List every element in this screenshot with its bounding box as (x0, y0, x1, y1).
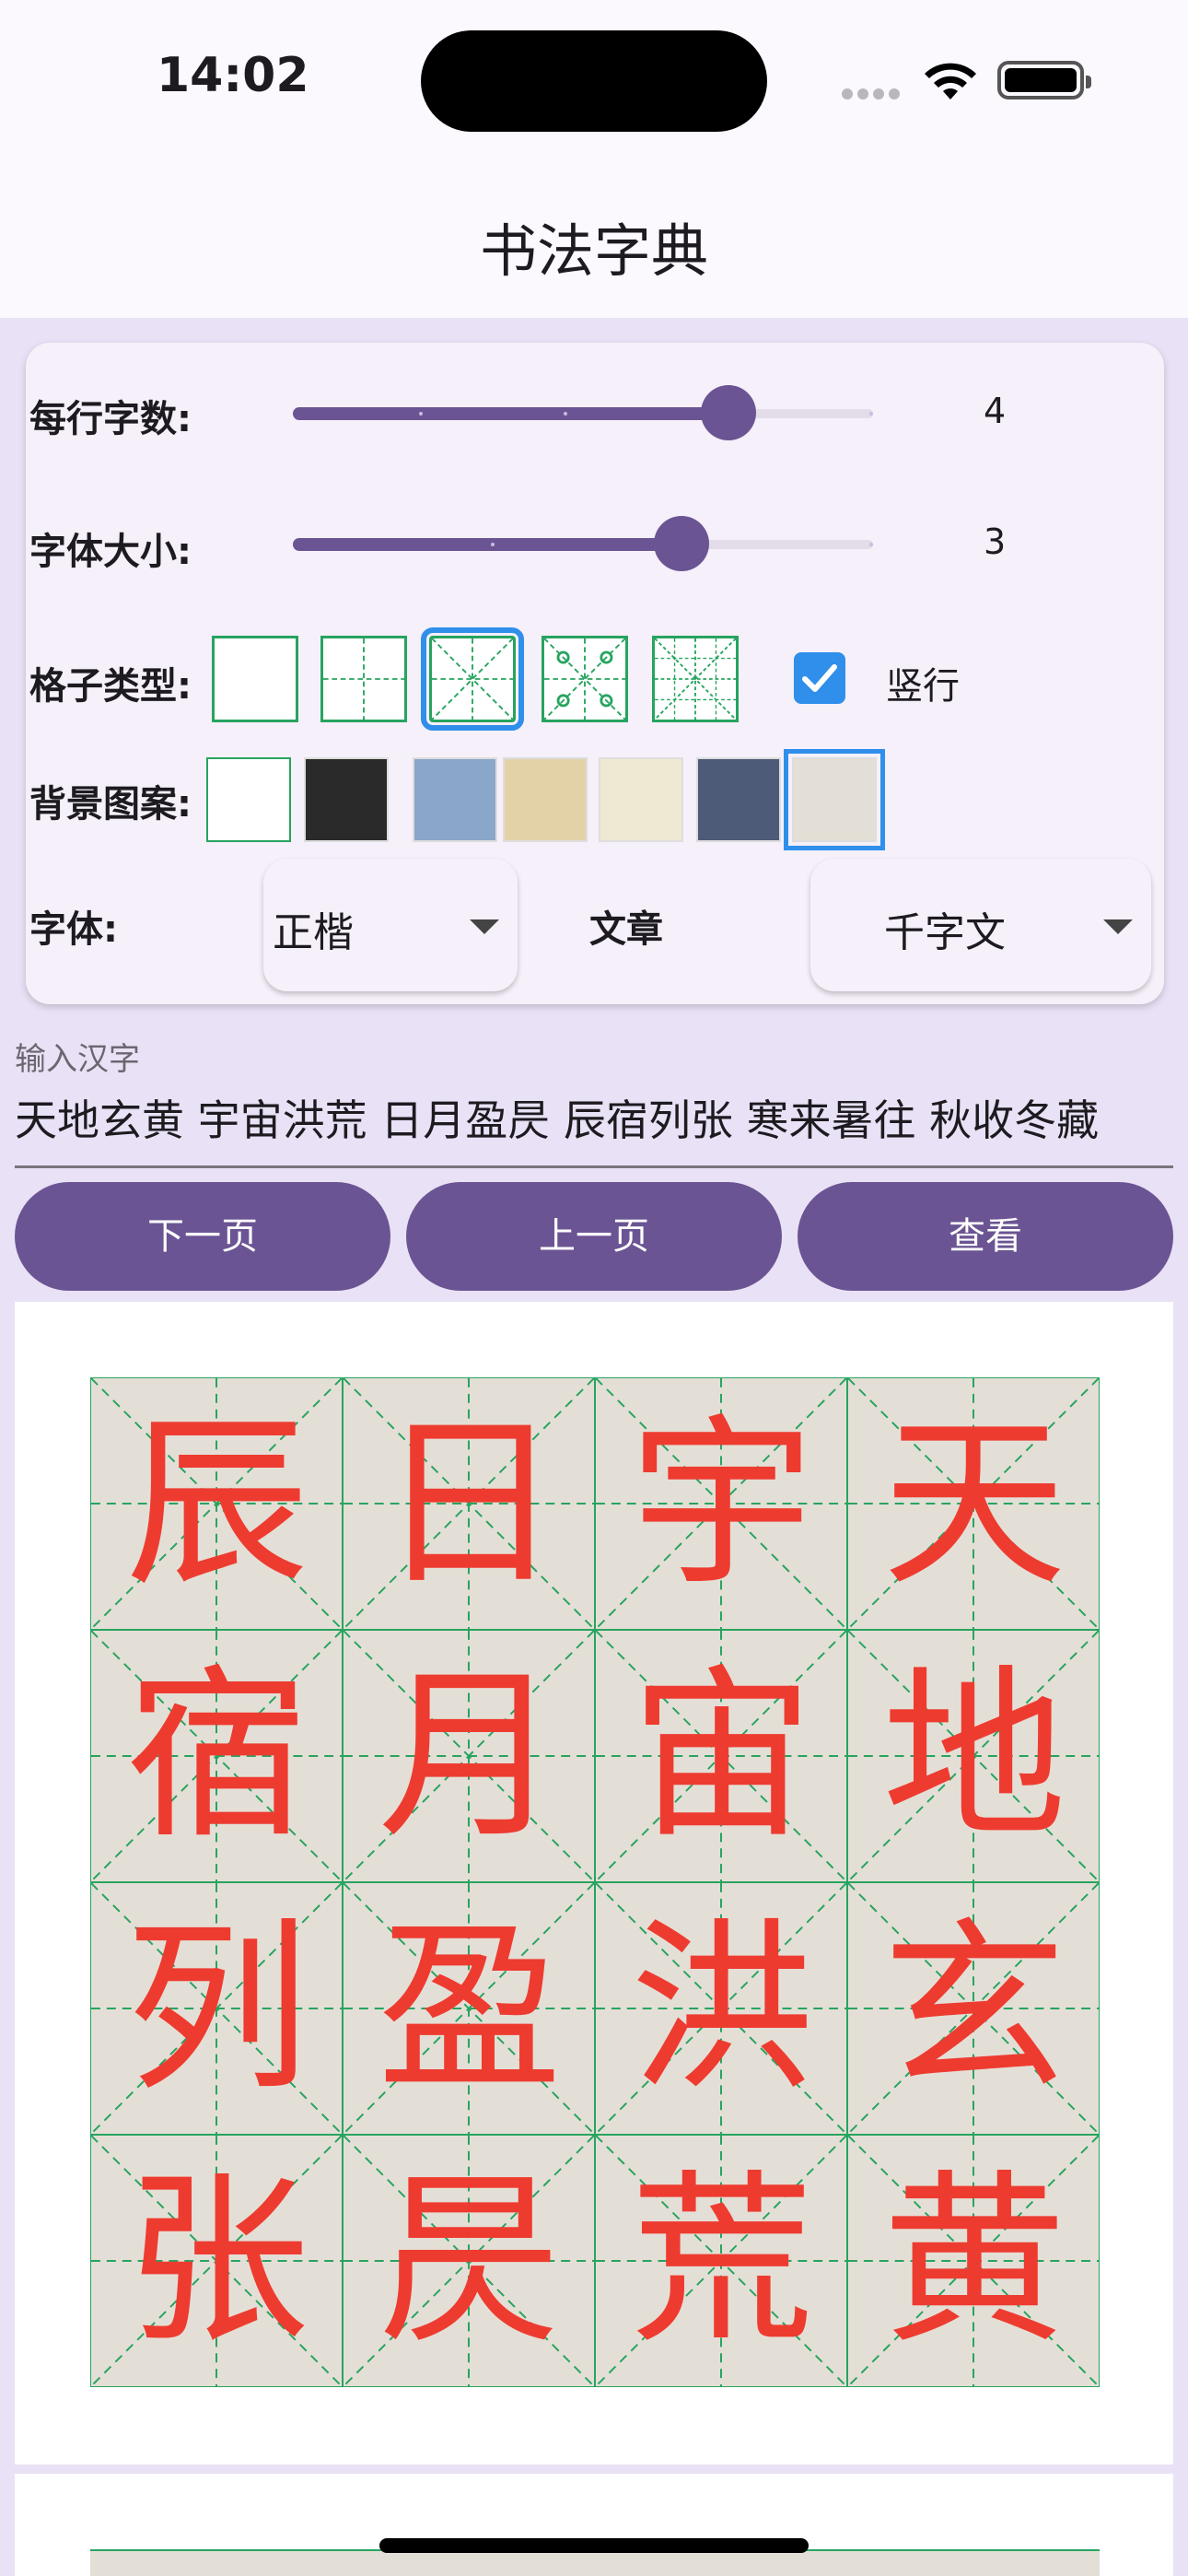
hanzi-input[interactable]: 天地玄黄 宇宙洪荒 日月盈昃 辰宿列张 寒来暑往 秋收冬藏 (15, 1087, 1099, 1148)
practice-cell: 荒 (595, 2135, 847, 2387)
practice-character: 宇 (629, 1397, 814, 1611)
practice-cell: 宙 (595, 1630, 847, 1882)
background-rice-paper-swatch[interactable] (784, 749, 885, 850)
article-dropdown[interactable]: 千字文 (810, 859, 1151, 991)
font-dropdown[interactable]: 正楷 (263, 859, 518, 991)
background-slate-swatch[interactable] (696, 757, 781, 842)
font-dropdown-value: 正楷 (273, 909, 354, 956)
practice-cell: 月 (343, 1630, 595, 1882)
input-label: 输入汉字 (15, 1041, 140, 1078)
font-label: 字体: (29, 908, 118, 951)
per-row-slider[interactable] (265, 383, 873, 442)
status-bar: 14:02 (0, 0, 1188, 157)
background-kraft-swatch[interactable] (503, 757, 588, 842)
chevron-down-icon (1103, 919, 1133, 934)
background-denim-swatch[interactable] (413, 757, 497, 842)
dynamic-island (421, 30, 767, 132)
page-title: 书法字典 (479, 217, 708, 285)
wifi-icon (925, 63, 976, 100)
practice-cell: 宇 (595, 1377, 847, 1630)
font-size-slider[interactable] (265, 514, 873, 573)
view-button[interactable]: 查看 (798, 1182, 1173, 1291)
practice-cell: 昃 (343, 2135, 595, 2387)
prev-page-button[interactable]: 上一页 (406, 1182, 782, 1291)
background-label: 背景图案: (29, 783, 192, 825)
practice-character: 洪 (629, 1902, 814, 2116)
background-black-swatch[interactable] (304, 757, 389, 842)
status-time: 14:02 (157, 48, 309, 103)
practice-character: 日 (377, 1397, 562, 1611)
font-size-value: 3 (984, 521, 1007, 562)
practice-cell: 天 (847, 1377, 1100, 1630)
slider-thumb[interactable] (654, 516, 710, 571)
practice-cell: 辰 (90, 1377, 343, 1630)
practice-cell: 日 (343, 1377, 595, 1630)
practice-character: 昃 (377, 2154, 562, 2369)
practice-cell: 洪 (595, 1882, 847, 2135)
practice-character: 宙 (629, 1649, 814, 1864)
chevron-down-icon (470, 919, 499, 934)
practice-character: 地 (881, 1649, 1066, 1864)
article-dropdown-value: 千字文 (884, 909, 1006, 956)
background-cream-swatch[interactable] (599, 757, 683, 842)
practice-character: 盈 (377, 1902, 562, 2116)
practice-cell: 张 (90, 2135, 343, 2387)
slider-thumb[interactable] (700, 385, 756, 440)
input-underline (15, 1165, 1173, 1168)
practice-character: 天 (881, 1397, 1066, 1611)
app-bar: 书法字典 (0, 157, 1188, 318)
background-white-swatch[interactable] (206, 757, 291, 842)
practice-cell: 地 (847, 1630, 1100, 1882)
practice-character: 辰 (124, 1397, 309, 1611)
plain-grid-icon[interactable] (212, 636, 298, 722)
practice-cell: 黄 (847, 2135, 1100, 2387)
practice-character: 月 (377, 1649, 562, 1864)
practice-character: 张 (124, 2154, 309, 2369)
practice-grid-next (90, 2549, 1100, 2576)
home-indicator (379, 2538, 809, 2553)
grid-type-label: 格子类型: (29, 665, 192, 708)
practice-cell: 宿 (90, 1630, 343, 1882)
mi-grid-icon[interactable] (421, 627, 524, 731)
per-row-label: 每行字数: (29, 398, 192, 440)
tian-grid-icon[interactable] (320, 636, 407, 722)
dense-mi-grid-icon[interactable] (652, 636, 739, 722)
per-row-value: 4 (984, 391, 1007, 431)
next-page-button[interactable]: 下一页 (15, 1182, 390, 1291)
settings-panel: 每行字数: 4 字体大小: 3 格子类型: 竖行 背景图案: 字体: 正楷 文章… (26, 343, 1164, 1004)
practice-character: 列 (124, 1902, 309, 2116)
vertical-checkbox-label: 竖行 (886, 665, 960, 708)
practice-sheet: 辰 日 宇 天 宿 月 宙 地 列 盈 洪 玄 张 昃 荒 黄 (15, 1302, 1173, 2465)
article-label: 文章 (589, 908, 663, 951)
practice-sheet-next (15, 2474, 1173, 2576)
vertical-checkbox[interactable] (794, 652, 845, 704)
practice-character: 宿 (124, 1649, 309, 1864)
cellular-signal-icon (842, 86, 906, 100)
practice-character: 黄 (881, 2154, 1066, 2369)
practice-cell: 玄 (847, 1882, 1100, 2135)
practice-character: 玄 (881, 1902, 1066, 2116)
practice-cell: 盈 (343, 1882, 595, 2135)
font-size-label: 字体大小: (29, 531, 192, 573)
battery-icon (997, 61, 1091, 100)
practice-cell: 列 (90, 1882, 343, 2135)
circle-mi-grid-icon[interactable] (542, 636, 628, 722)
practice-grid: 辰 日 宇 天 宿 月 宙 地 列 盈 洪 玄 张 昃 荒 黄 (90, 1377, 1100, 2387)
practice-character: 荒 (629, 2154, 814, 2369)
